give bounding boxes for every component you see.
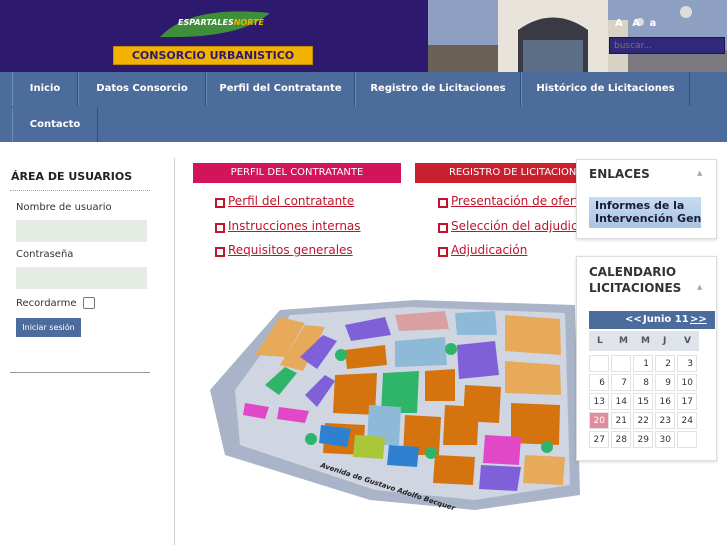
bullet-icon [215,223,225,233]
nav-item-inicio[interactable]: Inicio [12,72,78,106]
calendar-day[interactable]: 16 [655,393,675,410]
logo-name: ESPARTALES [178,18,234,27]
calendar-day[interactable]: 8 [633,374,653,391]
password-label: Contraseña [16,249,74,260]
enlaces-link-line1: Informes de la [595,199,685,212]
calendar-day[interactable]: 24 [677,412,697,429]
calendar-day[interactable]: 30 [655,431,675,448]
calendar-day[interactable]: 2 [655,355,675,372]
calendar-day[interactable]: 29 [633,431,653,448]
main-nav: Inicio Datos Consorcio Perfil del Contra… [0,72,727,142]
remember-checkbox[interactable] [83,297,95,309]
link-presentacion-ofertas[interactable]: Presentación de ofertas [451,194,593,208]
calendar-title: CALENDARIO LICITACIONES [589,264,681,296]
link-adjudicacion[interactable]: Adjudicación [451,243,527,257]
link-perfil-contratante[interactable]: Perfil del contratante [228,194,354,208]
calendar-day[interactable]: 6 [589,374,609,391]
weekday-label: L [597,336,603,346]
perfil-heading[interactable]: PERFIL DEL CONTRATANTE [193,163,401,183]
remember-label: Recordarme [16,298,77,309]
header-photo [428,0,727,72]
calendar-day[interactable]: 28 [611,431,631,448]
logo-suffix: NORTE [233,18,264,27]
calendar-day[interactable]: 1 [633,355,653,372]
username-label: Nombre de usuario [16,202,112,213]
nav-item-contacto[interactable]: Contacto [12,108,98,142]
site-logo[interactable]: ESPARTALESNORTE [178,18,264,27]
bullet-icon [215,198,225,208]
login-title: ÁREA DE USUARIOS [11,170,133,183]
nav-item-historico-licitaciones[interactable]: Histórico de Licitaciones [521,72,690,106]
divider [10,190,150,191]
weekday-label: M [619,336,628,346]
calendar-day[interactable]: 3 [677,355,697,372]
link-requisitos-generales[interactable]: Requisitos generales [228,243,353,257]
calendar-month: Junio 11 [643,314,689,325]
calendar-day[interactable]: 22 [633,412,653,429]
font-size-tools[interactable]: A A a [615,18,659,29]
nav-item-registro-licitaciones[interactable]: Registro de Licitaciones [355,72,521,106]
calendar-header: << Junio 11 >> [589,311,715,329]
calendar-next[interactable]: >> [690,311,707,329]
collapse-icon[interactable]: ▲ [697,169,702,177]
bullet-icon [438,247,448,257]
calendar-day[interactable]: 20 [589,412,609,429]
column-divider [174,158,175,545]
calendar-day [677,431,697,448]
calendar-title-line2: LICITACIONES [589,281,682,295]
calendar-day[interactable]: 23 [655,412,675,429]
urban-plan-map: Avenida de Gustavo Adolfo Becquer [210,300,580,513]
calendar-day[interactable]: 7 [611,374,631,391]
link-instrucciones-internas[interactable]: Instrucciones internas [228,219,361,233]
enlaces-link[interactable]: Informes de la Intervención General [589,197,701,228]
calendar-prev[interactable]: << [625,311,642,329]
weekday-label: M [641,336,650,346]
bullet-icon [438,198,448,208]
divider [10,372,150,373]
username-field[interactable] [16,220,147,242]
site-banner: CONSORCIO URBANISTICO [113,46,313,65]
bullet-icon [215,247,225,257]
calendar-day [611,355,631,372]
collapse-icon[interactable]: ▲ [697,283,702,291]
enlaces-title: ENLACES [589,167,650,181]
nav-item-datos-consorcio[interactable]: Datos Consorcio [78,72,206,106]
calendar-day[interactable]: 13 [589,393,609,410]
nav-item-perfil-contratante[interactable]: Perfil del Contratante [206,72,355,106]
calendar-day[interactable]: 15 [633,393,653,410]
calendar-day[interactable]: 17 [677,393,697,410]
password-field[interactable] [16,267,147,289]
weekday-label: V [684,336,691,346]
calendar-title-line1: CALENDARIO [589,265,677,279]
bullet-icon [438,223,448,233]
calendar-day[interactable]: 10 [677,374,697,391]
weekday-label: J [663,336,667,346]
enlaces-link-line2: Intervención General [595,212,701,225]
calendar-day[interactable]: 9 [655,374,675,391]
login-button[interactable]: Iniciar sesión [16,318,81,337]
calendar-day[interactable]: 27 [589,431,609,448]
calendar-weekdays: L M M J V [589,331,699,351]
calendar-day [589,355,609,372]
calendar-day[interactable]: 21 [611,412,631,429]
calendar-day[interactable]: 14 [611,393,631,410]
search-input[interactable] [609,37,725,54]
